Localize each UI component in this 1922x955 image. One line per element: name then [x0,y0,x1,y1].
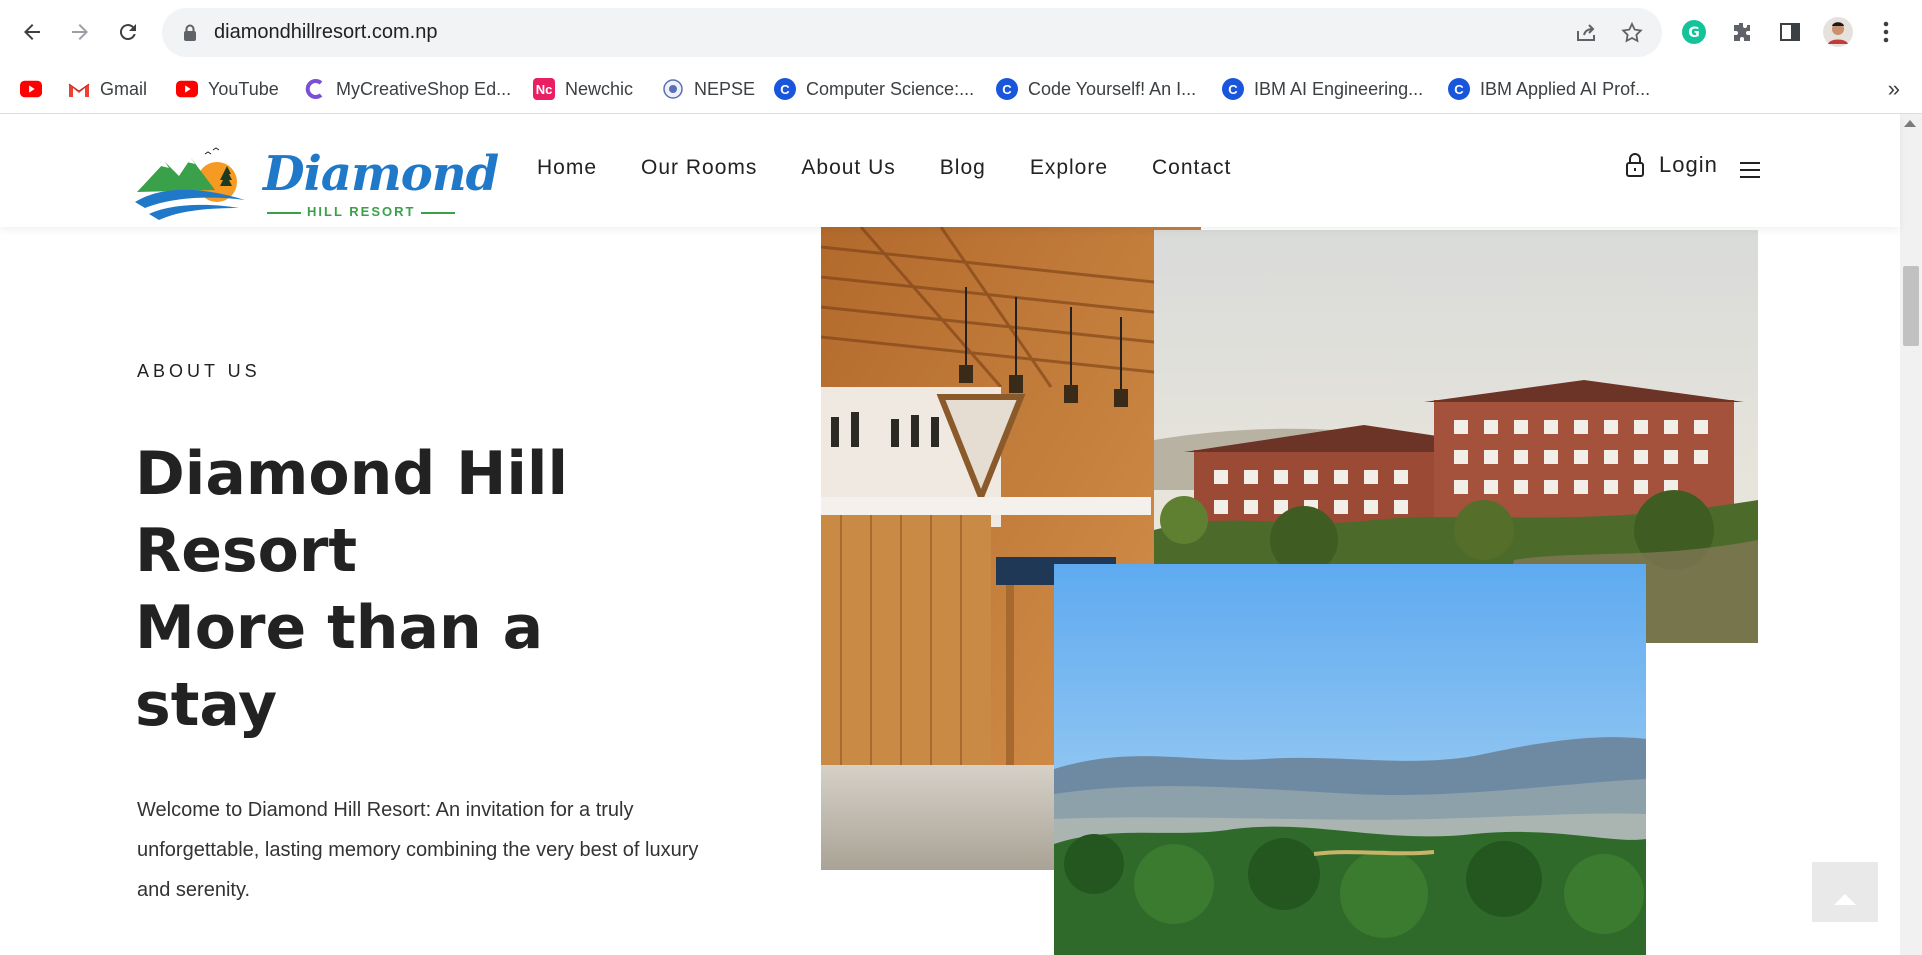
title-line: Resort [135,516,358,586]
hamburger-menu-icon[interactable] [1740,162,1760,183]
youtube-icon [176,78,198,100]
scroll-thumb[interactable] [1903,266,1919,346]
bookmark-label: IBM Applied AI Prof... [1480,78,1651,99]
bookmark-youtube-icon-only[interactable] [20,74,42,104]
title-line: stay [135,670,278,740]
forward-button[interactable] [62,14,98,50]
bookmark-label: NEPSE [694,78,756,99]
youtube-icon [20,78,42,100]
lock-icon [176,19,204,47]
nav-about-us[interactable]: About Us [801,156,895,180]
gmail-icon [68,78,90,100]
bookmarks-bar: Gmail YouTube MyCreativeShop Ed... Nc Ne… [0,64,1922,114]
bookmark-mycreativeshop[interactable]: MyCreativeShop Ed... [304,74,511,104]
coursera-icon: C [774,78,796,100]
address-bar[interactable]: diamondhillresort.com.np [162,8,1662,57]
bookmark-label: Gmail [100,78,148,99]
bookmark-label: Code Yourself! An I... [1028,78,1197,99]
star-bookmark-icon[interactable] [1618,19,1646,47]
bookmark-nepse[interactable]: NEPSE [662,74,755,104]
login-label: Login [1659,152,1718,177]
bookmark-coursera-4[interactable]: C IBM Applied AI Prof... [1448,74,1650,104]
bookmark-label: MyCreativeShop Ed... [336,78,512,99]
bookmark-label: YouTube [208,78,279,99]
bookmark-coursera-3[interactable]: C IBM AI Engineering... [1222,74,1423,104]
nepse-icon [662,78,684,100]
bookmark-label: Newchic [565,78,634,99]
bookmark-youtube[interactable]: YouTube [176,74,279,104]
login-button[interactable]: Login [1625,152,1718,178]
side-panel-icon[interactable] [1774,16,1806,48]
nav-explore[interactable]: Explore [1030,156,1108,180]
svg-text:G: G [1688,25,1700,41]
share-icon[interactable] [1572,19,1600,47]
main-nav: Home Our Rooms About Us Blog Explore Con… [537,156,1231,180]
back-button[interactable] [14,14,50,50]
bookmark-newchic[interactable]: Nc Newchic [533,74,633,104]
url-text[interactable]: diamondhillresort.com.np [214,8,437,57]
logo-subtitle: HILL RESORT [267,204,456,219]
site-header: Diamond HILL RESORT Home Our Rooms About… [0,114,1900,227]
page-title: Diamond Hill Resort More than a stay [135,436,605,744]
extensions-puzzle-icon[interactable] [1726,16,1758,48]
valley-view-photo [1054,564,1646,955]
intro-paragraph: Welcome to Diamond Hill Resort: An invit… [137,799,699,901]
nav-home[interactable]: Home [537,156,597,180]
nav-contact[interactable]: Contact [1152,156,1231,180]
title-line: Diamond Hill [135,439,569,509]
scroll-up-arrow-icon[interactable] [1904,120,1916,127]
reload-button[interactable] [110,14,146,50]
reload-icon [119,24,136,41]
bookmark-label: Computer Science:... [806,78,975,99]
logo-subtitle-text: HILL RESORT [307,204,416,219]
nav-our-rooms[interactable]: Our Rooms [641,156,757,180]
back-arrow-icon [24,24,40,40]
site-logo[interactable]: Diamond HILL RESORT [135,144,499,224]
forward-arrow-icon [72,24,88,40]
section-label: ABOUT US [137,361,261,381]
nav-blog[interactable]: Blog [940,156,986,180]
mycreativeshop-icon [304,78,326,100]
bookmark-gmail[interactable]: Gmail [68,74,147,104]
page-scrollbar[interactable] [1900,114,1922,955]
kebab-menu-icon[interactable] [1870,16,1902,48]
coursera-icon: C [1222,78,1244,100]
coursera-icon: C [1448,78,1470,100]
bookmark-coursera-2[interactable]: C Code Yourself! An I... [996,74,1196,104]
back-to-top-button[interactable] [1812,862,1878,922]
more-bookmarks-chevron-icon[interactable]: » [1888,76,1900,102]
profile-avatar[interactable] [1822,16,1854,48]
padlock-icon [1626,153,1644,177]
browser-toolbar: diamondhillresort.com.np G [0,0,1922,64]
bookmark-coursera-1[interactable]: C Computer Science:... [774,74,974,104]
title-line: More than a [135,593,544,663]
logo-mountain-icon [135,147,245,220]
logo-wordmark: Diamond [263,146,499,202]
newchic-icon: Nc [533,78,555,100]
coursera-icon: C [996,78,1018,100]
bookmark-label: IBM AI Engineering... [1254,78,1424,99]
page-viewport: Diamond HILL RESORT Home Our Rooms About… [0,114,1922,955]
grammarly-icon[interactable]: G [1678,16,1710,48]
